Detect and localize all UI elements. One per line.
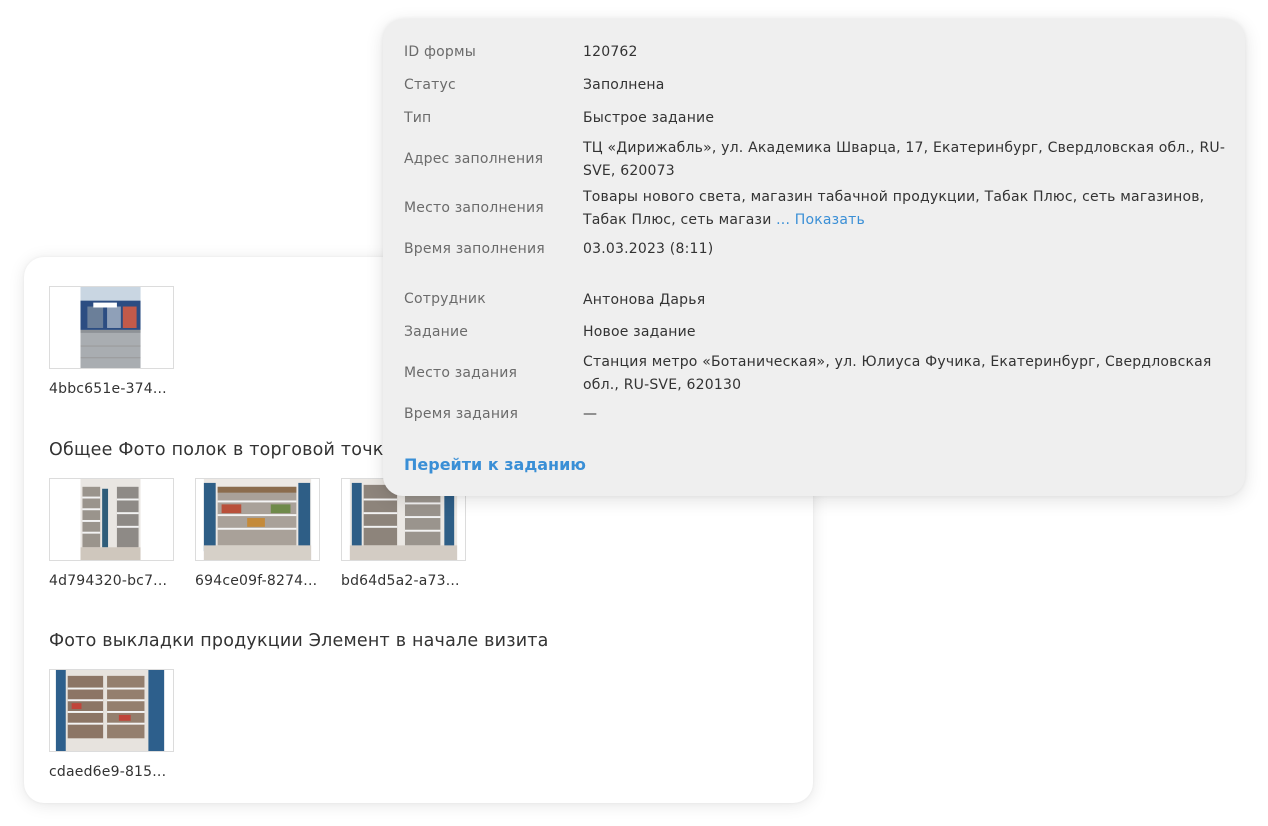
employee-value: Антонова Дарья	[583, 292, 706, 308]
task-place-value: Станция метро «Ботаническая», ул. Юлиуса…	[583, 354, 1212, 393]
field-label: Адрес заполнения	[404, 151, 544, 167]
status-value: Заполнена	[583, 77, 665, 93]
form-info-popup: ID формы 120762 Статус Заполнена Тип Быс…	[383, 19, 1245, 496]
field-label: Статус	[404, 77, 456, 93]
shelf-photo	[196, 479, 319, 560]
task-time-value: —	[583, 406, 598, 422]
photo-filename: 4d794320-bc7...	[49, 573, 168, 589]
task-value: Новое задание	[583, 324, 696, 340]
photo-filename: 694ce09f-8274...	[195, 573, 318, 589]
type-value: Быстрое задание	[583, 110, 715, 126]
photo-thumbnail[interactable]	[49, 669, 174, 752]
go-to-task-link[interactable]: Перейти к заданию	[404, 455, 586, 474]
photo-filename: 4bbc651e-374...	[49, 381, 167, 397]
field-label: Место заполнения	[404, 200, 544, 216]
fill-place-text: Товары нового света, магазин табачной пр…	[583, 189, 1205, 228]
shelf-photo	[50, 670, 173, 751]
field-label: Время заполнения	[404, 241, 545, 257]
screen: 4bbc651e-374... Общее Фото полок в торго…	[0, 0, 1268, 826]
photo-thumbnail[interactable]	[195, 478, 320, 561]
photo-filename: bd64d5a2-a73...	[341, 573, 460, 589]
form-id-value: 120762	[583, 44, 638, 60]
field-label: Задание	[404, 324, 469, 340]
field-label: Сотрудник	[404, 291, 486, 307]
field-label: Тип	[404, 110, 432, 126]
fill-place-value: Товары нового света, магазин табачной пр…	[583, 186, 1233, 232]
storefront-photo	[50, 287, 173, 368]
show-more-link[interactable]: ... Показать	[776, 212, 865, 228]
fill-address-value: ТЦ «Дирижабль», ул. Академика Шварца, 17…	[583, 140, 1226, 179]
shelf-photo	[50, 479, 173, 560]
field-label: Время задания	[404, 406, 519, 422]
fill-time-value: 03.03.2023 (8:11)	[583, 241, 714, 257]
field-label: Место задания	[404, 365, 518, 381]
photo-group-title: Фото выкладки продукции Элемент в начале…	[49, 631, 549, 651]
photo-filename: cdaed6e9-815...	[49, 764, 167, 780]
photo-thumbnail[interactable]	[49, 286, 174, 369]
field-label: ID формы	[404, 44, 476, 60]
photo-thumbnail[interactable]	[49, 478, 174, 561]
photo-group-title: Общее Фото полок в торговой точке	[49, 440, 395, 460]
